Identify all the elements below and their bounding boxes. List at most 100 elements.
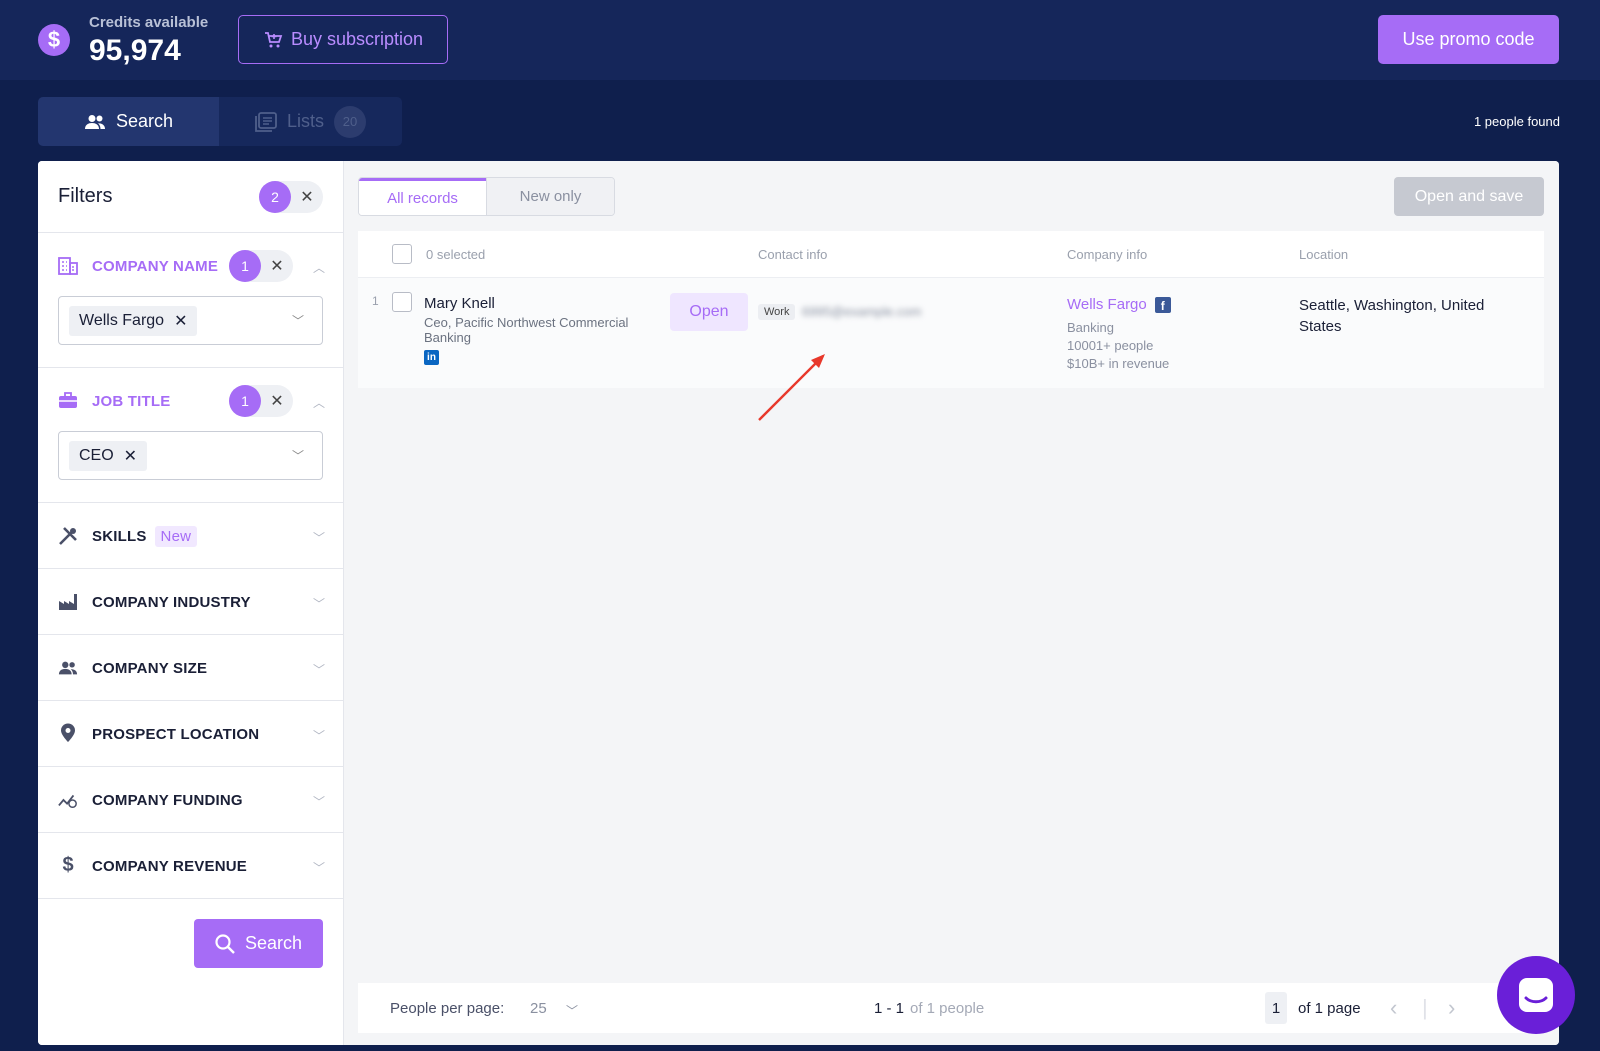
chevron-down-icon[interactable]: ﹀ [313,595,325,612]
credits-label: Credits available [89,14,209,31]
search-button-label: Search [244,933,303,953]
table-header: 0 selected Contact info Company info Loc… [358,231,1544,278]
content-panel: Filters 2 ✕ COMPANY NAME 1 ✕ ︿ Wells Far… [38,161,1559,1045]
filter-skills[interactable]: SKILLS New ﹀ [38,503,343,569]
tab-lists[interactable]: Lists 20 [219,97,402,146]
filter-company-name: COMPANY NAME 1 ✕ ︿ Wells Fargo ✕ ﹀ [38,233,343,368]
building-icon [58,256,78,276]
job-title-select[interactable]: CEO ✕ ﹀ [58,431,323,480]
funding-chart-icon [58,790,78,810]
segment-new-only[interactable]: New only [486,178,614,215]
filter-prospect-location[interactable]: PROSPECT LOCATION ﹀ [38,701,343,767]
filters-title: Filters [58,185,113,207]
search-icon [215,933,235,954]
chevron-up-icon[interactable]: ︿ [313,259,325,276]
page-total: of 1 page [1298,1000,1361,1017]
segment-all-records[interactable]: All records [359,178,486,215]
credits-value: 95,974 [89,34,181,67]
clear-job-title-icon[interactable]: ✕ [261,391,293,411]
job-title-tag-label: CEO [79,447,114,464]
person-title: Ceo, Pacific Northwest Commercial Bankin… [424,315,629,345]
person-name[interactable]: Mary Knell [424,295,495,312]
filter-company-revenue[interactable]: $ COMPANY REVENUE ﹀ [38,833,343,899]
chevron-down-icon[interactable]: ﹀ [313,727,325,744]
dollar-icon: $ [38,24,70,56]
blurred-email: 6995@example.com [802,304,922,319]
chevron-down-icon[interactable]: ﹀ [313,661,325,678]
page-input[interactable]: 1 [1265,992,1287,1024]
company-name-pill[interactable]: 1 ✕ [229,250,293,282]
buy-subscription-button[interactable]: Buy subscription [238,15,448,64]
filter-company-industry-label: COMPANY INDUSTRY [92,594,251,611]
people-icon [84,114,105,129]
column-location: Location [1299,247,1349,262]
filter-company-industry[interactable]: COMPANY INDUSTRY ﹀ [38,569,343,635]
row-number: 1 [372,294,379,308]
row-checkbox[interactable] [392,292,412,312]
range-total: of 1 people [910,1000,985,1017]
tab-lists-label: Lists [286,111,324,131]
range-count: 1 - 1 [874,1000,905,1017]
clear-all-filters-icon[interactable]: ✕ [291,187,323,207]
chevron-down-icon[interactable]: ﹀ [313,859,325,876]
new-badge: New [154,526,198,547]
pagination-footer: People per page: 25 ﹀ 1 - 1 of 1 people … [358,983,1544,1033]
filter-job-title: JOB TITLE 1 ✕ ︿ CEO ✕ ﹀ [38,368,343,503]
filters-header: Filters 2 ✕ [38,161,343,233]
facebook-icon[interactable]: f [1154,296,1171,313]
map-pin-icon [58,723,78,743]
red-arrow-annotation [758,354,825,421]
company-name-count: 1 [229,250,261,282]
selected-count: 0 selected [426,247,486,262]
chevron-down-icon[interactable]: ﹀ [566,1002,578,1019]
filter-company-funding-label: COMPANY FUNDING [92,792,243,809]
chat-launcher-button[interactable] [1497,956,1575,1034]
top-bar: $ Credits available 95,974 Buy subscript… [0,0,1600,80]
company-name-tag-label: Wells Fargo [79,312,165,329]
open-and-save-button[interactable]: Open and save [1394,177,1544,216]
chevron-up-icon[interactable]: ︿ [313,394,325,411]
select-all-checkbox[interactable] [392,244,412,264]
filter-company-funding[interactable]: COMPANY FUNDING ﹀ [38,767,343,833]
per-page-label: People per page: [390,1000,505,1017]
table-row: 1 Mary Knell Ceo, Pacific Northwest Comm… [358,278,1544,388]
remove-tag-icon[interactable]: ✕ [124,446,137,466]
active-filters-pill[interactable]: 2 ✕ [259,181,323,213]
tools-icon [58,526,78,546]
company-name-select[interactable]: Wells Fargo ✕ ﹀ [58,296,323,345]
column-contact-info: Contact info [758,247,828,262]
filter-company-name-label[interactable]: COMPANY NAME [92,258,218,275]
company-name-tag: Wells Fargo ✕ [69,306,198,336]
person-location: Seattle, Washington, United States [1299,297,1485,335]
open-contact-button[interactable]: Open [670,293,748,331]
lists-icon [255,111,277,132]
chevron-down-icon[interactable]: ﹀ [292,312,304,329]
company-revenue: $10B+ in revenue [1067,356,1170,371]
tab-search[interactable]: Search [38,97,219,146]
next-page-icon[interactable]: › [1448,995,1455,1021]
chat-icon [1519,978,1553,1012]
company-industry: Banking [1067,320,1114,335]
filter-job-title-label[interactable]: JOB TITLE [92,393,170,410]
remove-tag-icon[interactable]: ✕ [174,311,187,331]
company-link[interactable]: Wells Fargo f [1067,296,1171,313]
records-segment: All records New only [358,177,615,216]
filters-sidebar: Filters 2 ✕ COMPANY NAME 1 ✕ ︿ Wells Far… [38,161,344,1045]
briefcase-icon [58,390,78,410]
job-title-tag: CEO ✕ [69,441,148,471]
clear-company-name-icon[interactable]: ✕ [261,256,293,276]
chevron-down-icon[interactable]: ﹀ [313,793,325,810]
job-title-pill[interactable]: 1 ✕ [229,385,293,417]
chevron-down-icon[interactable]: ﹀ [292,447,304,464]
prev-page-icon[interactable]: ‹ [1390,995,1397,1021]
use-promo-code-button[interactable]: Use promo code [1378,15,1559,64]
results-area: All records New only Open and save 0 sel… [344,161,1559,1045]
filter-company-size[interactable]: COMPANY SIZE ﹀ [38,635,343,701]
tab-search-label: Search [115,111,174,131]
chevron-down-icon[interactable]: ﹀ [313,529,325,546]
linkedin-icon[interactable]: in [424,350,439,365]
search-button[interactable]: Search [194,919,323,968]
per-page-select[interactable]: 25 [530,1000,547,1017]
filter-skills-label: SKILLS New [92,526,198,547]
cart-icon [264,31,283,47]
